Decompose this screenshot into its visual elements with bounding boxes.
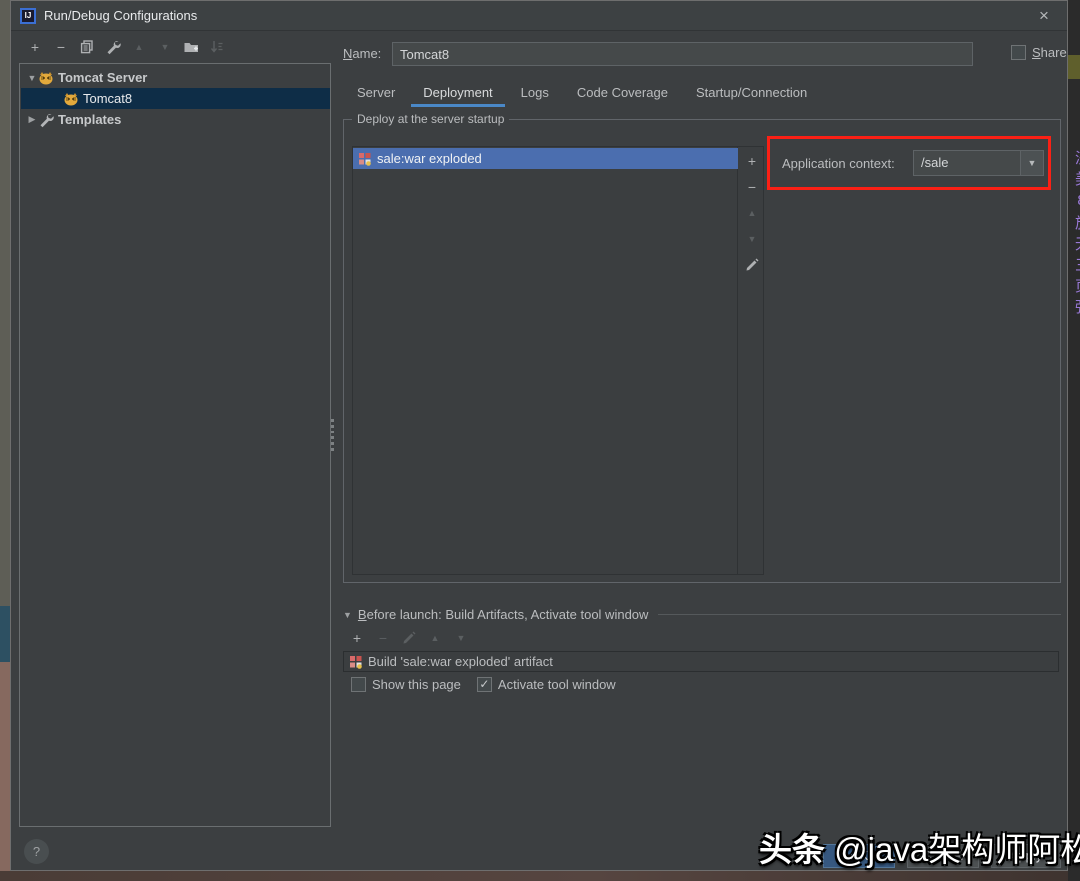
- name-input[interactable]: [392, 42, 973, 66]
- tab-code-coverage[interactable]: Code Coverage: [563, 81, 682, 107]
- run-debug-configurations-dialog: IJ Run/Debug Configurations × + − ▲ ▼ ▼ …: [10, 0, 1068, 871]
- activate-tool-window-label: Activate tool window: [498, 677, 616, 692]
- move-artifact-down-icon[interactable]: ▼: [744, 231, 760, 247]
- add-artifact-icon[interactable]: +: [744, 153, 760, 169]
- edit-task-pencil-icon[interactable]: [401, 630, 417, 646]
- desktop-bottom-strip: [0, 871, 1080, 881]
- application-context-value: /sale: [914, 151, 1020, 175]
- new-folder-icon[interactable]: [183, 39, 199, 55]
- desktop-right-strip: 济美8於无三页强: [1068, 0, 1080, 881]
- add-task-icon[interactable]: +: [349, 630, 365, 646]
- tree-item-label: Tomcat Server: [58, 70, 147, 85]
- before-launch-task-row[interactable]: Build 'sale:war exploded' artifact: [343, 651, 1059, 672]
- move-up-icon[interactable]: ▲: [131, 39, 147, 55]
- tab-startup-connection[interactable]: Startup/Connection: [682, 81, 821, 107]
- deploy-item-label: sale:war exploded: [377, 151, 482, 166]
- artifact-icon: [357, 151, 373, 167]
- collapsed-arrow-icon[interactable]: ▶: [26, 114, 38, 125]
- remove-artifact-icon[interactable]: −: [744, 179, 760, 195]
- share-label: Share: [1032, 45, 1067, 60]
- header-rule: [658, 614, 1061, 615]
- show-this-page-label: Show this page: [372, 677, 461, 692]
- remove-task-icon[interactable]: −: [375, 630, 391, 646]
- background-clipped-text: 济美8於无三页强: [1071, 150, 1080, 320]
- move-artifact-up-icon[interactable]: ▲: [744, 205, 760, 221]
- deploy-side-toolbar: + − ▲ ▼: [739, 147, 765, 574]
- edit-defaults-wrench-icon[interactable]: [105, 39, 121, 55]
- move-task-down-icon[interactable]: ▼: [453, 630, 469, 646]
- desktop-left-warm-block: [0, 662, 10, 881]
- watermark-text: 头条 @java架构师阿松: [759, 823, 1079, 871]
- tab-logs[interactable]: Logs: [507, 81, 563, 107]
- deploy-list-item-selected[interactable]: sale:war exploded: [353, 148, 738, 169]
- configurations-tree: ▼ Tomcat Server Tomcat8 ▶ Templates: [19, 63, 331, 827]
- templates-wrench-icon: [38, 112, 54, 128]
- artifact-icon: [348, 654, 364, 670]
- panel-splitter-handle[interactable]: [330, 419, 335, 451]
- before-launch-task-label: Build 'sale:war exploded' artifact: [368, 654, 553, 669]
- remove-configuration-icon[interactable]: −: [53, 39, 69, 55]
- move-down-icon[interactable]: ▼: [157, 39, 173, 55]
- application-context-label: Application context:: [782, 156, 895, 171]
- titlebar[interactable]: IJ Run/Debug Configurations ×: [11, 1, 1067, 31]
- application-context-combobox[interactable]: /sale ▼: [913, 150, 1044, 176]
- help-button[interactable]: ?: [24, 839, 49, 864]
- show-this-page-checkbox[interactable]: Show this page: [351, 677, 461, 692]
- before-launch-toolbar: + − ▲ ▼: [349, 630, 469, 646]
- deploy-group-label: Deploy at the server startup: [352, 112, 509, 126]
- intellij-logo-icon: IJ: [20, 8, 36, 24]
- edit-artifact-pencil-icon[interactable]: [744, 257, 760, 273]
- dialog-title: Run/Debug Configurations: [44, 8, 197, 23]
- move-task-up-icon[interactable]: ▲: [427, 630, 443, 646]
- deploy-list-container: sale:war exploded + − ▲ ▼: [352, 146, 764, 575]
- tree-item-label: Tomcat8: [83, 91, 132, 106]
- tab-deployment[interactable]: Deployment: [409, 81, 506, 107]
- expanded-arrow-icon[interactable]: ▼: [26, 73, 38, 83]
- tree-item-tomcat-server[interactable]: ▼ Tomcat Server: [21, 67, 330, 88]
- share-checkbox[interactable]: Share: [1011, 45, 1067, 60]
- desktop-left-teal-block: [0, 606, 10, 662]
- red-annotation-rectangle: Application context: /sale ▼: [767, 136, 1051, 190]
- copy-configuration-icon[interactable]: [79, 39, 95, 55]
- combobox-dropdown-icon[interactable]: ▼: [1020, 151, 1043, 175]
- deploy-artifact-list[interactable]: sale:war exploded: [353, 147, 738, 574]
- expanded-arrow-icon[interactable]: ▼: [343, 610, 352, 620]
- before-launch-title: Before launch: Build Artifacts, Activate…: [358, 607, 649, 622]
- tab-server[interactable]: Server: [343, 81, 409, 107]
- deploy-group-box: Deploy at the server startup sale:war ex…: [343, 119, 1061, 583]
- close-icon[interactable]: ×: [1033, 5, 1055, 27]
- configurations-toolbar: + − ▲ ▼: [27, 39, 225, 55]
- tree-item-templates[interactable]: ▶ Templates: [21, 109, 330, 130]
- show-this-page-checkbox-box[interactable]: [351, 677, 366, 692]
- tomcat-icon: [63, 91, 79, 107]
- tree-item-label: Templates: [58, 112, 121, 127]
- tree-item-tomcat8-selected[interactable]: Tomcat8: [21, 88, 330, 109]
- share-checkbox-box[interactable]: [1011, 45, 1026, 60]
- configuration-tabs: Server Deployment Logs Code Coverage Sta…: [343, 81, 821, 107]
- activate-tool-window-checkbox-box[interactable]: ✓: [477, 677, 492, 692]
- name-label: Name:: [343, 46, 381, 61]
- activate-tool-window-checkbox[interactable]: ✓ Activate tool window: [477, 677, 616, 692]
- sort-configurations-icon[interactable]: [209, 39, 225, 55]
- before-launch-header[interactable]: ▼ Before launch: Build Artifacts, Activa…: [343, 607, 1061, 622]
- tomcat-icon: [38, 70, 54, 86]
- before-launch-options: Show this page ✓ Activate tool window: [351, 677, 616, 692]
- add-configuration-icon[interactable]: +: [27, 39, 43, 55]
- desktop-right-olive-block: [1068, 55, 1080, 79]
